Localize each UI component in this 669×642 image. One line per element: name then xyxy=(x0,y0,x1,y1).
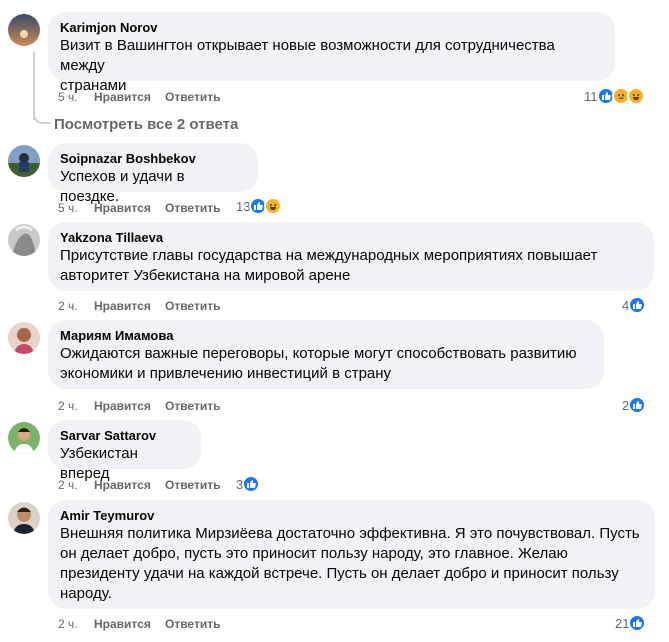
comment-text-line: Ожидаются важные переговоры, которые мог… xyxy=(60,345,577,362)
like-icon xyxy=(242,475,261,493)
avatar[interactable] xyxy=(8,14,40,46)
comment-time[interactable]: 5 ч. xyxy=(58,200,94,216)
avatar[interactable] xyxy=(8,224,40,256)
comment-author[interactable]: Amir Teymurov xyxy=(60,508,643,524)
haha-icon xyxy=(626,87,645,105)
comment-text-line: экономики и привлечению инвестиций в стр… xyxy=(60,365,392,382)
reaction-count: 13 xyxy=(236,198,251,214)
comment-actions: 2 ч. Нравится Ответить xyxy=(58,298,220,314)
reaction-summary[interactable]: 3 xyxy=(236,475,261,493)
reaction-summary[interactable]: 2 xyxy=(622,396,647,414)
reply-button[interactable]: Ответить xyxy=(165,89,220,105)
reaction-summary[interactable]: 11 xyxy=(584,87,645,105)
reply-button[interactable]: Ответить xyxy=(165,298,220,314)
comment-bubble: Мариям Имамова Ожидаются важные перегово… xyxy=(48,320,604,389)
comment-bubble: Amir Teymurov Внешняя политика Мирзиёева… xyxy=(48,500,655,609)
comment-time[interactable]: 2 ч. xyxy=(58,298,94,314)
comment-text-line: Внешняя политика Мирзиёева достаточно эф… xyxy=(60,525,640,542)
comment-actions: 5 ч. Нравится Ответить xyxy=(58,200,220,216)
comment-author[interactable]: Sarvar Sattarov xyxy=(60,428,189,444)
comment-author[interactable]: Karimjon Norov xyxy=(60,20,603,36)
comment-bubble: Sarvar Sattarov Узбекистан вперед xyxy=(48,420,201,482)
like-button[interactable]: Нравится xyxy=(94,616,165,632)
comment-author[interactable]: Мариям Имамова xyxy=(60,328,592,344)
reply-button[interactable]: Ответить xyxy=(165,616,220,632)
thread-connector xyxy=(33,104,51,124)
avatar[interactable] xyxy=(8,502,40,534)
comment-time[interactable]: 2 ч. xyxy=(58,616,94,632)
reaction-summary[interactable]: 21 xyxy=(615,614,647,632)
comment-bubble: Soipnazar Boshbekov Успехов и удачи в по… xyxy=(48,143,258,205)
comment-text-line: Визит в Вашингтон открывает новые возмож… xyxy=(60,37,555,74)
comment-author[interactable]: Yakzona Tillaeva xyxy=(60,230,642,246)
avatar[interactable] xyxy=(8,145,40,177)
comment-text-line: Присутствие главы государства на междуна… xyxy=(60,247,598,264)
comment-text-line: народу. xyxy=(60,585,112,602)
comment-actions: 5 ч. Нравится Ответить xyxy=(58,89,220,105)
comment-time[interactable]: 2 ч. xyxy=(58,477,94,493)
like-button[interactable]: Нравится xyxy=(94,298,165,314)
reply-button[interactable]: Ответить xyxy=(165,398,220,414)
like-icon xyxy=(628,614,647,632)
like-button[interactable]: Нравится xyxy=(94,477,165,493)
comment-author[interactable]: Soipnazar Boshbekov xyxy=(60,151,246,167)
like-icon xyxy=(628,296,647,314)
like-button[interactable]: Нравится xyxy=(94,398,165,414)
comment-actions: 2 ч. Нравится Ответить xyxy=(58,616,220,632)
comment-bubble: Karimjon Norov Визит в Вашингтон открыва… xyxy=(48,12,615,94)
comment-time[interactable]: 2 ч. xyxy=(58,398,94,414)
haha-icon xyxy=(264,197,283,215)
reaction-summary[interactable]: 13 xyxy=(236,197,283,215)
avatar[interactable] xyxy=(8,322,40,354)
comment-actions: 2 ч. Нравится Ответить xyxy=(58,477,220,493)
reply-button[interactable]: Ответить xyxy=(165,477,220,493)
view-replies-link[interactable]: Посмотреть все 2 ответа xyxy=(54,115,238,135)
reaction-count: 11 xyxy=(584,88,598,104)
comment-actions: 2 ч. Нравится Ответить xyxy=(58,398,220,414)
like-button[interactable]: Нравится xyxy=(94,200,165,216)
like-icon xyxy=(628,396,647,414)
comment-text-line: он делает добро, пусть это приносит поль… xyxy=(60,545,568,562)
comment-text-line: президенту удачи на каждой встрече. Пуст… xyxy=(60,565,619,582)
avatar[interactable] xyxy=(8,422,40,454)
like-button[interactable]: Нравится xyxy=(94,89,165,105)
comment-text-line: авторитет Узбекистана на мировой арене xyxy=(60,267,351,284)
reply-button[interactable]: Ответить xyxy=(165,200,220,216)
comment-bubble: Yakzona Tillaeva Присутствие главы госуд… xyxy=(48,222,654,291)
comment-time[interactable]: 5 ч. xyxy=(58,89,94,105)
reaction-count: 21 xyxy=(615,615,630,631)
reaction-summary[interactable]: 4 xyxy=(622,296,647,314)
